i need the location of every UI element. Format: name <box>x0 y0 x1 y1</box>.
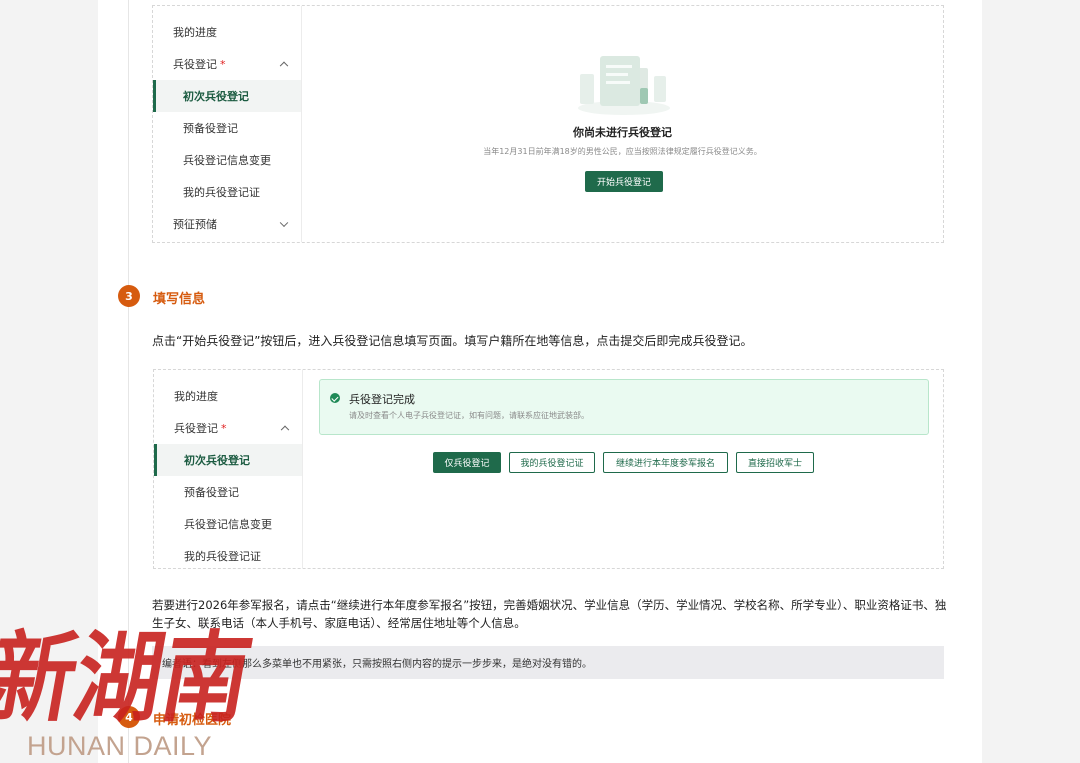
sidebar-item-pre-enlistment[interactable]: 预征预储 <box>153 208 301 240</box>
screenshot-not-registered: 我的进度 兵役登记 * 初次兵役登记 预备役登记 兵役登记信息变更 我的兵役登记证… <box>152 5 944 243</box>
sidebar-item-my-progress[interactable]: 我的进度 <box>153 16 301 48</box>
success-title: 兵役登记完成 <box>349 393 415 406</box>
start-registration-button[interactable]: 开始兵役登记 <box>585 171 663 192</box>
chevron-up-icon <box>280 425 290 435</box>
sidebar-menu: 我的进度 兵役登记 * 初次兵役登记 预备役登记 兵役登记信息变更 我的兵役登记证… <box>153 6 302 242</box>
success-alert: 兵役登记完成 请及时查看个人电子兵役登记证，如有问题，请联系应征地武装部。 <box>319 379 929 435</box>
screenshot-registration-complete: 我的进度 兵役登记 * 初次兵役登记 预备役登记 兵役登记信息变更 我的兵役登记证… <box>153 369 944 569</box>
sidebar-item-registration[interactable]: 兵役登记 * <box>154 412 302 444</box>
hunan-daily-logo: 新湖南 <box>0 621 260 730</box>
sidebar-item-first-registration[interactable]: 初次兵役登记 <box>154 444 302 476</box>
main-content: 你尚未进行兵役登记 当年12月31日前年满18岁的男性公民，应当按照法律规定履行… <box>302 6 943 242</box>
empty-document-illustration <box>578 56 670 115</box>
sidebar-item-my-progress[interactable]: 我的进度 <box>154 380 302 412</box>
direct-recruit-button[interactable]: 直接招收军士 <box>736 452 814 473</box>
editor-note: 编者语：看到左侧那么多菜单也不用紧张，只需按照右侧内容的提示一步步来，是绝对没有… <box>152 646 944 679</box>
continue-enlistment-button[interactable]: 继续进行本年度参军报名 <box>603 452 728 473</box>
hunan-daily-wordmark: HUNAN DAILY <box>27 731 213 761</box>
chevron-up-icon <box>279 61 289 71</box>
empty-state-description: 当年12月31日前年满18岁的男性公民，应当按照法律规定履行兵役登记义务。 <box>483 147 762 156</box>
sidebar-item-first-registration[interactable]: 初次兵役登记 <box>153 80 301 112</box>
sidebar-item-info-change[interactable]: 兵役登记信息变更 <box>154 508 302 540</box>
sidebar-menu: 我的进度 兵役登记 * 初次兵役登记 预备役登记 兵役登记信息变更 我的兵役登记证 <box>154 370 303 568</box>
sidebar-item-reserve-registration[interactable]: 预备役登记 <box>154 476 302 508</box>
my-certificate-button[interactable]: 我的兵役登记证 <box>509 452 595 473</box>
svg-text:新湖南: 新湖南 <box>0 621 260 730</box>
main-content: 兵役登记完成 请及时查看个人电子兵役登记证，如有问题，请联系应征地武装部。 仅兵… <box>303 370 943 568</box>
step-3-paragraph: 点击“开始兵役登记”按钮后，进入兵役登记信息填写页面。填写户籍所在地等信息，点击… <box>152 334 753 348</box>
sidebar-item-my-certificate[interactable]: 我的兵役登记证 <box>154 540 302 572</box>
chevron-down-icon <box>279 218 289 228</box>
sidebar-item-reserve-registration[interactable]: 预备役登记 <box>153 112 301 144</box>
success-description: 请及时查看个人电子兵役登记证，如有问题，请联系应征地武装部。 <box>349 411 589 420</box>
sidebar-item-registration[interactable]: 兵役登记 * <box>153 48 301 80</box>
sidebar-item-my-certificate[interactable]: 我的兵役登记证 <box>153 176 301 208</box>
check-circle-icon <box>330 393 340 403</box>
required-mark: * <box>221 421 227 435</box>
empty-state-title: 你尚未进行兵役登记 <box>573 126 672 139</box>
enlistment-paragraph: 若要进行2026年参军报名，请点击“继续进行本年度参军报名”按钮，完善婚姻状况、… <box>152 598 947 630</box>
step-3-title: 填写信息 <box>153 292 206 307</box>
only-register-button[interactable]: 仅兵役登记 <box>433 452 501 473</box>
step-3-badge: 3 <box>118 285 140 307</box>
required-mark: * <box>220 57 226 71</box>
sidebar-item-info-change[interactable]: 兵役登记信息变更 <box>153 144 301 176</box>
